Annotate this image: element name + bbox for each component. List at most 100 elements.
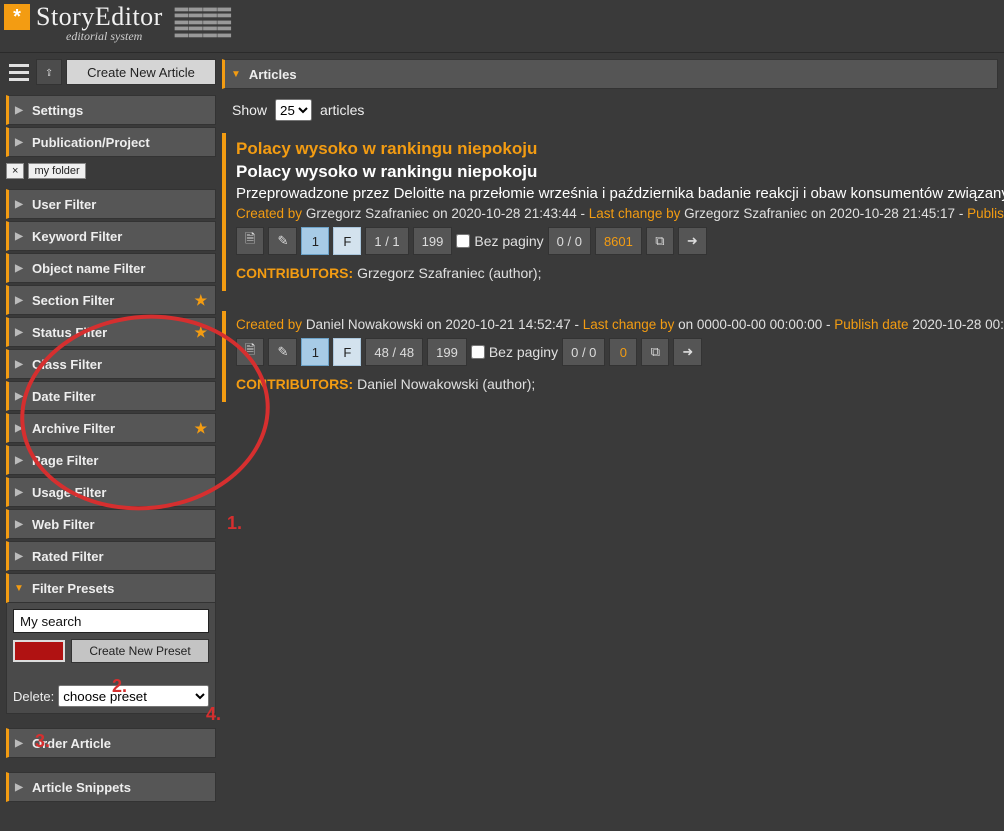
articles-header-label: Articles xyxy=(249,67,297,82)
class-filter[interactable]: ▶ Class Filter xyxy=(6,349,216,379)
doc-button[interactable]: 🗎 xyxy=(236,338,264,366)
article-toolbar: 🗎 ✎ 1 F 48 / 48 199 Bez paginy 0 / 0 0 ⧉… xyxy=(236,338,998,366)
arrow-right-icon: ➜ xyxy=(687,233,698,249)
f-button[interactable]: F xyxy=(333,227,361,255)
external-button[interactable]: ⧉ xyxy=(646,227,674,255)
one-button[interactable]: 1 xyxy=(301,227,329,255)
one-button[interactable]: 1 xyxy=(301,338,329,366)
article-description: Przeprowadzone przez Deloitte na przełom… xyxy=(236,185,998,202)
code-button[interactable]: 0 xyxy=(609,338,637,366)
preset-color-swatch[interactable] xyxy=(13,640,65,662)
filter-label: Usage Filter xyxy=(32,485,106,500)
menu-icon[interactable] xyxy=(6,59,32,85)
chevron-right-icon: ▶ xyxy=(12,359,26,370)
chevron-down-icon: ▼ xyxy=(12,583,26,594)
settings-label: Settings xyxy=(32,103,83,118)
go-button[interactable]: ➜ xyxy=(673,338,702,366)
zero-button[interactable]: 0 / 0 xyxy=(562,338,605,366)
sidebar: ⇪ Create New Article ▶ Settings ▶ Publicat… xyxy=(0,53,222,810)
delete-preset-select[interactable]: choose preset xyxy=(58,685,209,707)
section-filter[interactable]: ▶ Section Filter ★ xyxy=(6,285,216,315)
show-count-select[interactable]: 25 xyxy=(275,99,312,121)
chevron-right-icon: ▶ xyxy=(12,327,26,338)
page-filter[interactable]: ▶ Page Filter xyxy=(6,445,216,475)
star-icon: ★ xyxy=(194,420,207,437)
chevron-right-icon: ▶ xyxy=(12,738,26,749)
keyword-filter[interactable]: ▶Keyword Filter xyxy=(6,221,216,251)
delete-label: Delete: xyxy=(13,689,54,704)
pin-button[interactable]: ⇪ xyxy=(36,59,62,85)
filter-label: Keyword Filter xyxy=(32,229,122,244)
external-button[interactable]: ⧉ xyxy=(641,338,669,366)
chevron-right-icon: ▶ xyxy=(12,137,26,148)
date-filter[interactable]: ▶Date Filter xyxy=(6,381,216,411)
content-area: ▼ Articles Show 25 articles Polacy wysok… xyxy=(222,53,1004,810)
pencil-icon: ✎ xyxy=(277,233,288,249)
chevron-right-icon: ▶ xyxy=(12,455,26,466)
tag-close-button[interactable]: × xyxy=(6,163,24,179)
app-header: * StoryEditor editorial system ━━━━━━━━━… xyxy=(0,0,1004,53)
web-filter[interactable]: ▶Web Filter xyxy=(6,509,216,539)
filter-presets-body: Create New Preset Delete: choose preset xyxy=(6,603,216,714)
chevron-right-icon: ▶ xyxy=(12,487,26,498)
usage-filter[interactable]: ▶ Usage Filter xyxy=(6,477,216,507)
doc-button[interactable]: 🗎 xyxy=(236,227,264,255)
arrow-right-icon: ➜ xyxy=(682,344,693,360)
show-label: Show xyxy=(232,102,267,118)
filter-label: Object name Filter xyxy=(32,261,145,276)
filter-label: Page Filter xyxy=(32,453,98,468)
article-title-primary[interactable]: Polacy wysoko w rankingu niepokoju xyxy=(236,139,998,159)
chevron-right-icon: ▶ xyxy=(12,423,26,434)
publication-panel[interactable]: ▶ Publication/Project xyxy=(6,127,216,157)
external-icon: ⧉ xyxy=(655,233,664,249)
user-filter[interactable]: ▶ User Filter xyxy=(6,189,216,219)
filter-presets-panel[interactable]: ▼Filter Presets xyxy=(6,573,216,603)
create-article-button[interactable]: Create New Article xyxy=(66,59,216,85)
chevron-right-icon: ▶ xyxy=(12,391,26,402)
code-button[interactable]: 8601 xyxy=(595,227,642,255)
objectname-filter[interactable]: ▶Object name Filter xyxy=(6,253,216,283)
chevron-right-icon: ▶ xyxy=(12,295,26,306)
f-button[interactable]: F xyxy=(333,338,361,366)
chevron-right-icon: ▶ xyxy=(12,199,26,210)
zero-button[interactable]: 0 / 0 xyxy=(548,227,591,255)
order-article-panel[interactable]: ▶Order Article xyxy=(6,728,216,758)
bezpaginy-checkbox[interactable] xyxy=(471,345,485,359)
chevron-right-icon: ▶ xyxy=(12,519,26,530)
star-icon: ★ xyxy=(194,292,207,309)
wordcount-button[interactable]: 199 xyxy=(413,227,453,255)
filter-label: Section Filter xyxy=(32,293,114,308)
bezpaginy-checkbox[interactable] xyxy=(456,234,470,248)
pin-icon: ⇪ xyxy=(45,65,53,80)
edit-button[interactable]: ✎ xyxy=(268,227,297,255)
edit-button[interactable]: ✎ xyxy=(268,338,297,366)
document-icon: 🗎 xyxy=(245,230,255,252)
chevron-right-icon: ▶ xyxy=(12,105,26,116)
article-snippets-panel[interactable]: ▶Article Snippets xyxy=(6,772,216,802)
pages-button[interactable]: 1 / 1 xyxy=(365,227,408,255)
article-meta: Created by Daniel Nowakowski on 2020-10-… xyxy=(236,317,998,332)
wordcount-button[interactable]: 199 xyxy=(427,338,467,366)
chevron-right-icon: ▶ xyxy=(12,551,26,562)
publication-label: Publication/Project xyxy=(32,135,150,150)
chevron-right-icon: ▶ xyxy=(12,782,26,793)
filter-label: User Filter xyxy=(32,197,96,212)
brand-subtitle: editorial system xyxy=(66,30,163,42)
rated-filter[interactable]: ▶Rated Filter xyxy=(6,541,216,571)
show-suffix: articles xyxy=(320,102,364,118)
pages-button[interactable]: 48 / 48 xyxy=(365,338,423,366)
article-meta: Created by Grzegorz Szafraniec on 2020-1… xyxy=(236,206,998,221)
folder-tag[interactable]: my folder xyxy=(28,163,85,179)
settings-panel[interactable]: ▶ Settings xyxy=(6,95,216,125)
justify-icon: ━━━━━━━━━━━━━━━━━━━━ xyxy=(175,7,232,40)
filter-label: Archive Filter xyxy=(32,421,115,436)
preset-name-input[interactable] xyxy=(13,609,209,633)
filter-label: Class Filter xyxy=(32,357,102,372)
brand-logo-icon: * xyxy=(4,4,30,30)
go-button[interactable]: ➜ xyxy=(678,227,707,255)
create-preset-button[interactable]: Create New Preset xyxy=(71,639,209,663)
archive-filter[interactable]: ▶ Archive Filter ★ xyxy=(6,413,216,443)
article-card: Created by Daniel Nowakowski on 2020-10-… xyxy=(222,311,1004,402)
articles-header[interactable]: ▼ Articles xyxy=(222,59,998,89)
status-filter[interactable]: ▶Status Filter★ xyxy=(6,317,216,347)
